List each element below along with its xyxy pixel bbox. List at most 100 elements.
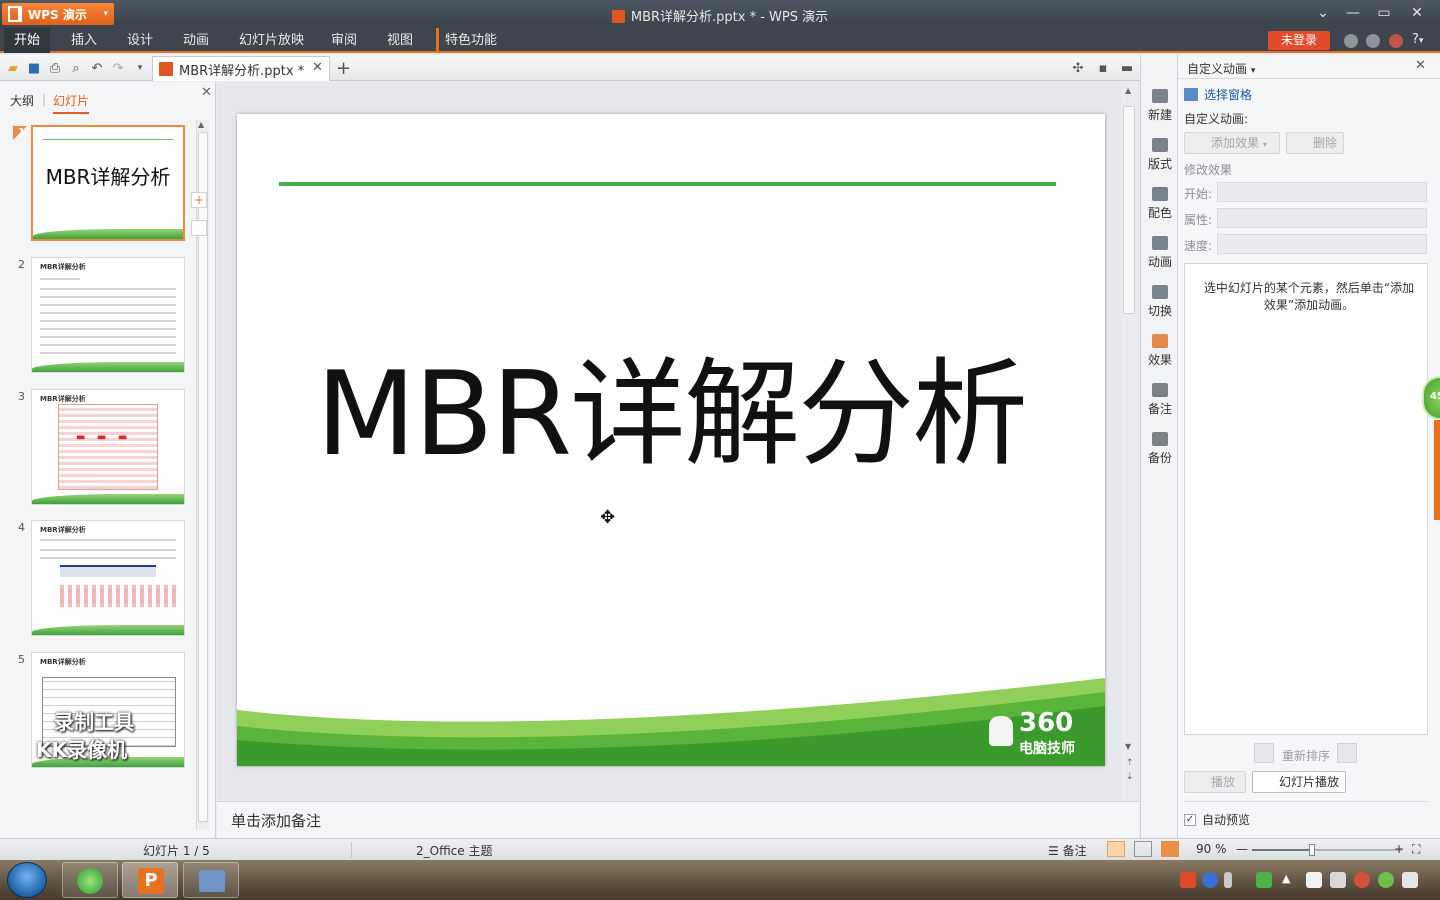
- tab-animation[interactable]: 动画: [173, 28, 219, 53]
- minimize-button[interactable]: —: [1338, 3, 1368, 23]
- rail-backup[interactable]: 备份: [1141, 432, 1179, 466]
- start-select[interactable]: [1217, 182, 1427, 202]
- save-icon[interactable]: ■: [26, 60, 42, 76]
- slide-thumbnail[interactable]: MBR详解分析: [31, 125, 185, 241]
- tab-review[interactable]: 审阅: [321, 28, 367, 53]
- add-slide-button[interactable]: +: [191, 192, 207, 208]
- rail-color-scheme[interactable]: 配色: [1141, 187, 1179, 221]
- notes-toggle[interactable]: ☰ 备注: [1048, 842, 1087, 859]
- move-down-button[interactable]: [1337, 743, 1357, 763]
- zoom-in-button[interactable]: +: [1394, 842, 1404, 856]
- side-handle[interactable]: [1434, 420, 1440, 520]
- rail-animation[interactable]: 动画: [1141, 236, 1179, 270]
- doc-menu-icon[interactable]: ▬: [1119, 60, 1135, 76]
- tab-slideshow[interactable]: 幻灯片放映: [229, 28, 314, 53]
- new-tab-button[interactable]: +: [336, 58, 351, 79]
- pane-header: 自定义动画 ▾ ✕: [1178, 55, 1440, 79]
- slide-thumbnail[interactable]: MBR详解分析: [31, 520, 185, 636]
- move-up-button[interactable]: [1254, 743, 1274, 763]
- qq-icon[interactable]: [1354, 872, 1370, 888]
- show-hidden-icons[interactable]: ▲: [1282, 872, 1298, 888]
- redo-icon[interactable]: ↷: [110, 60, 126, 76]
- zoom-out-button[interactable]: —: [1236, 842, 1248, 856]
- delete-effect-button[interactable]: 删除: [1286, 132, 1344, 154]
- network-icon[interactable]: [1402, 872, 1418, 888]
- rail-layout[interactable]: 版式: [1141, 138, 1179, 172]
- feedback-icon[interactable]: [1389, 34, 1403, 48]
- text-line: [40, 344, 176, 346]
- maximize-button[interactable]: ▭: [1369, 3, 1399, 23]
- tab-design[interactable]: 设计: [117, 28, 163, 53]
- green-wave-decoration: [237, 678, 1105, 766]
- new-slide-layout-button[interactable]: [191, 220, 207, 236]
- fit-window-button[interactable]: ⛶: [1412, 842, 1420, 857]
- ribbon-collapse-button[interactable]: ⌄: [1308, 3, 1338, 23]
- tab-view[interactable]: 视图: [377, 28, 423, 53]
- rail-transition[interactable]: 切换: [1141, 285, 1179, 319]
- rail-new[interactable]: 新建: [1141, 89, 1179, 123]
- pane-title-dropdown[interactable]: 自定义动画 ▾: [1187, 60, 1255, 77]
- scrollbar-thumb[interactable]: [1123, 106, 1135, 314]
- close-tab-icon[interactable]: ✕: [312, 60, 323, 75]
- document-tab[interactable]: MBR详解分析.pptx *: [152, 56, 330, 81]
- text-line: [40, 539, 176, 541]
- notes-pane[interactable]: 单击添加备注: [217, 801, 1139, 838]
- undo-icon[interactable]: ↶: [89, 60, 105, 76]
- slide-thumbnail[interactable]: MBR详解分析 ▬ ▬ ▬: [31, 389, 185, 505]
- skin-icon[interactable]: [1344, 34, 1358, 48]
- speed-select[interactable]: [1217, 234, 1427, 254]
- property-select[interactable]: [1217, 208, 1427, 228]
- scroll-up-icon[interactable]: ▲: [1125, 86, 1131, 95]
- auto-preview-checkbox[interactable]: ✓ 自动预览: [1184, 811, 1250, 828]
- help-tray-icon[interactable]: [1202, 872, 1218, 888]
- action-center-icon[interactable]: [1306, 872, 1322, 888]
- battery-icon[interactable]: [1256, 872, 1272, 888]
- open-folder-icon[interactable]: ▰: [5, 60, 21, 76]
- login-button[interactable]: 未登录: [1268, 31, 1330, 50]
- slide-sorter-button[interactable]: [1134, 841, 1152, 857]
- taskbar-app-wps[interactable]: P: [122, 862, 178, 898]
- tab-insert[interactable]: 插入: [61, 28, 107, 53]
- scroll-up-icon[interactable]: ▲: [198, 120, 204, 129]
- tab-special-features[interactable]: 特色功能: [436, 28, 507, 53]
- tab-slides[interactable]: 幻灯片: [53, 92, 90, 114]
- close-pane-icon[interactable]: ✕: [1415, 58, 1426, 73]
- close-window-button[interactable]: ✕: [1402, 3, 1432, 23]
- slide-thumbnail[interactable]: MBR详解分析: [31, 257, 185, 373]
- canvas-scrollbar[interactable]: ▲ ▼ ⇡ ⇣: [1121, 82, 1138, 800]
- zoom-knob[interactable]: [1309, 844, 1315, 856]
- print-preview-icon[interactable]: ⌕: [68, 60, 84, 76]
- slideshow-view-button[interactable]: [1161, 841, 1179, 857]
- rail-notes[interactable]: 备注: [1141, 383, 1179, 417]
- help-button[interactable]: ?▾: [1412, 32, 1423, 47]
- windows-start-button[interactable]: [7, 862, 47, 898]
- slide-title[interactable]: MBR详解分析: [237, 320, 1105, 488]
- scroll-down-icon[interactable]: ▼: [1125, 742, 1131, 751]
- zoom-slider[interactable]: [1252, 844, 1402, 856]
- volume-icon[interactable]: [1330, 872, 1346, 888]
- print-icon[interactable]: ⎙: [47, 60, 63, 76]
- animation-list[interactable]: 选中幻灯片的某个元素，然后单击“添加效果”添加动画。: [1184, 263, 1428, 735]
- next-slide-icon[interactable]: ⇣: [1126, 772, 1134, 782]
- rail-effects[interactable]: 效果: [1141, 334, 1179, 368]
- 360-tray-icon[interactable]: [1378, 872, 1394, 888]
- previous-slide-icon[interactable]: ⇡: [1126, 758, 1134, 768]
- play-button[interactable]: 播放: [1184, 771, 1246, 793]
- close-panel-icon[interactable]: ✕: [201, 85, 212, 100]
- restore-doc-icon[interactable]: ▪: [1095, 60, 1111, 76]
- slideshow-button[interactable]: 幻灯片播放: [1252, 771, 1346, 793]
- recorder-watermark: 录制工具 KK录像机: [36, 708, 186, 764]
- normal-view-button[interactable]: [1107, 841, 1125, 857]
- sync-icon[interactable]: [1366, 34, 1380, 48]
- tab-outline[interactable]: 大纲: [10, 92, 34, 109]
- taskbar-app-recorder[interactable]: [183, 862, 239, 898]
- pin-icon[interactable]: ✣: [1070, 60, 1086, 76]
- add-effect-button[interactable]: 添加效果 ▾: [1184, 132, 1280, 154]
- sogou-input-icon[interactable]: [1180, 872, 1196, 888]
- current-slide[interactable]: MBR详解分析 360 电脑技师: [237, 114, 1105, 766]
- zoom-level[interactable]: 90 %: [1196, 842, 1227, 856]
- taskbar-app-360[interactable]: [62, 862, 118, 898]
- select-pane-link[interactable]: 选择窗格: [1184, 86, 1252, 103]
- customize-toolbar-icon[interactable]: ▾: [132, 60, 148, 76]
- tab-home[interactable]: 开始: [4, 28, 51, 53]
